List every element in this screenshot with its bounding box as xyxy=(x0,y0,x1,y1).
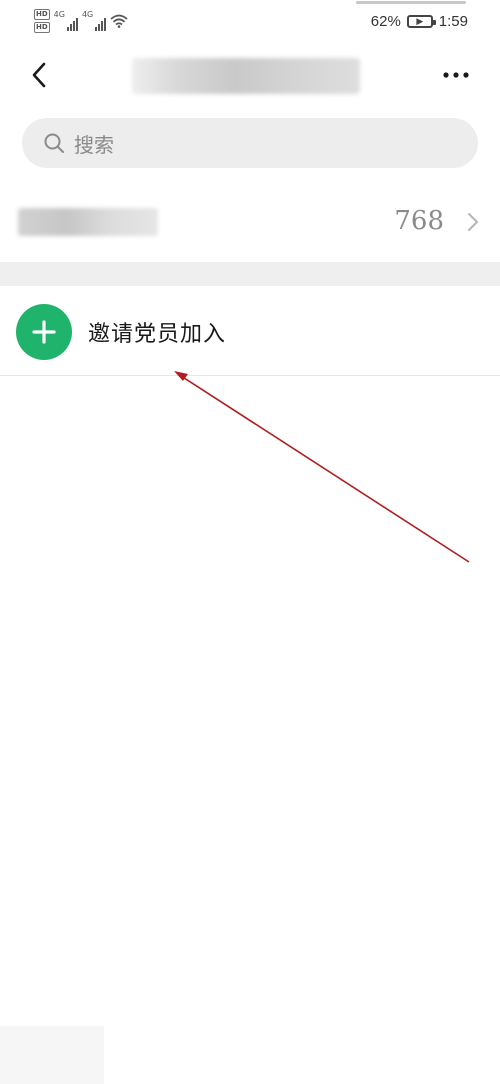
hd-icon: HD HD xyxy=(34,9,50,33)
bottom-shade xyxy=(0,1026,104,1084)
chevron-right-icon xyxy=(468,213,478,231)
back-button[interactable] xyxy=(22,58,56,92)
member-count-row[interactable]: 768 xyxy=(0,190,500,262)
battery-percent: 62% xyxy=(370,12,401,30)
more-dots-icon xyxy=(443,72,469,78)
title-bar xyxy=(0,48,500,104)
page-title-redacted xyxy=(132,58,360,94)
invite-member-button[interactable]: 邀请党员加入 xyxy=(0,286,500,376)
status-indicator-line xyxy=(356,1,466,4)
section-divider xyxy=(0,262,500,286)
member-count: 768 xyxy=(394,206,444,236)
battery-charging-icon: ▶ xyxy=(406,14,436,28)
group-name-redacted xyxy=(18,208,158,236)
status-right: 62% ▶ 1:59 xyxy=(371,10,468,32)
status-bar: HD HD 4G 4G 62% ▶ 1:59 xyxy=(0,0,500,40)
wifi-icon xyxy=(110,14,128,28)
status-left: HD HD 4G 4G xyxy=(34,8,128,34)
invite-label: 邀请党员加入 xyxy=(88,322,227,347)
signal-icon: 4G xyxy=(54,11,78,31)
screen: HD HD 4G 4G 62% ▶ 1:59 搜索 768 邀请党员加入 xyxy=(0,0,500,1084)
clock: 1:59 xyxy=(438,12,468,30)
more-button[interactable] xyxy=(436,60,476,90)
network-type: 4G xyxy=(53,10,65,19)
search-icon xyxy=(42,131,66,155)
plus-icon xyxy=(16,304,72,360)
hd-badge: HD xyxy=(34,9,50,20)
hd-badge: HD xyxy=(34,22,50,33)
chevron-left-icon xyxy=(32,62,46,88)
search-input[interactable]: 搜索 xyxy=(22,118,478,168)
network-type: 4G xyxy=(81,10,94,19)
search-placeholder: 搜索 xyxy=(74,132,114,157)
signal-icon: 4G xyxy=(81,10,107,31)
